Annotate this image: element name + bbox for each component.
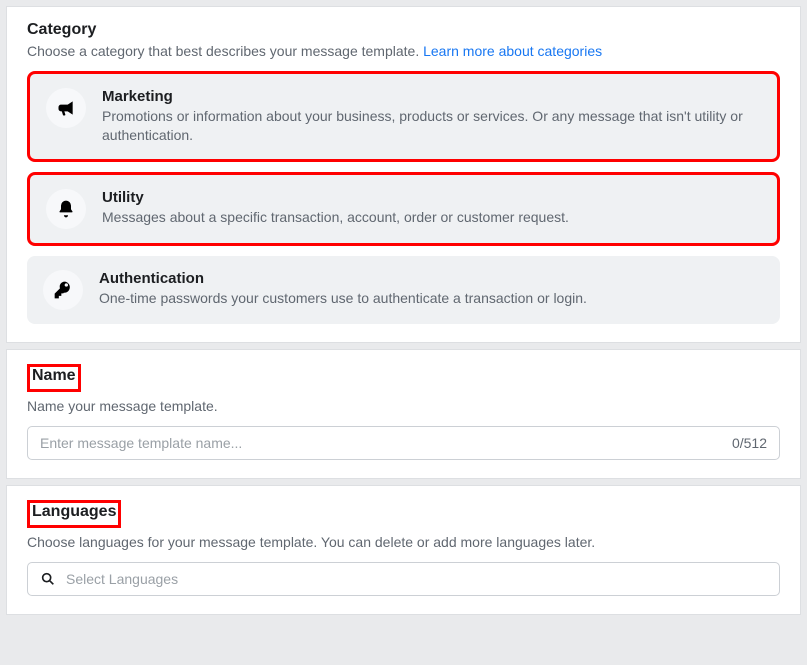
option-desc: Messages about a specific transaction, a… xyxy=(102,208,569,227)
languages-title: Languages xyxy=(32,503,116,521)
name-title-highlight: Name xyxy=(27,364,81,392)
name-panel: Name Name your message template. 0/512 xyxy=(6,349,801,479)
category-desc: Choose a category that best describes yo… xyxy=(27,43,780,59)
languages-desc: Choose languages for your message templa… xyxy=(27,534,780,550)
category-option-utility[interactable]: Utility Messages about a specific transa… xyxy=(27,172,780,246)
languages-input[interactable] xyxy=(66,571,767,587)
name-input-wrap[interactable]: 0/512 xyxy=(27,426,780,460)
megaphone-icon xyxy=(46,88,86,128)
name-counter: 0/512 xyxy=(732,435,767,451)
category-option-marketing[interactable]: Marketing Promotions or information abou… xyxy=(27,71,780,162)
languages-title-highlight: Languages xyxy=(27,500,121,528)
option-desc: One-time passwords your customers use to… xyxy=(99,289,587,308)
category-desc-text: Choose a category that best describes yo… xyxy=(27,43,423,59)
languages-input-wrap[interactable] xyxy=(27,562,780,596)
name-desc: Name your message template. xyxy=(27,398,780,414)
category-panel: Category Choose a category that best des… xyxy=(6,6,801,343)
option-title: Utility xyxy=(102,189,569,206)
key-icon xyxy=(43,270,83,310)
name-input[interactable] xyxy=(40,435,732,451)
bell-icon xyxy=(46,189,86,229)
search-icon xyxy=(40,571,56,587)
option-title: Authentication xyxy=(99,270,587,287)
languages-panel: Languages Choose languages for your mess… xyxy=(6,485,801,615)
learn-more-link[interactable]: Learn more about categories xyxy=(423,43,602,59)
name-title: Name xyxy=(32,367,76,385)
category-title: Category xyxy=(27,21,96,39)
option-desc: Promotions or information about your bus… xyxy=(102,107,761,145)
option-title: Marketing xyxy=(102,88,761,105)
category-option-authentication[interactable]: Authentication One-time passwords your c… xyxy=(27,256,780,324)
